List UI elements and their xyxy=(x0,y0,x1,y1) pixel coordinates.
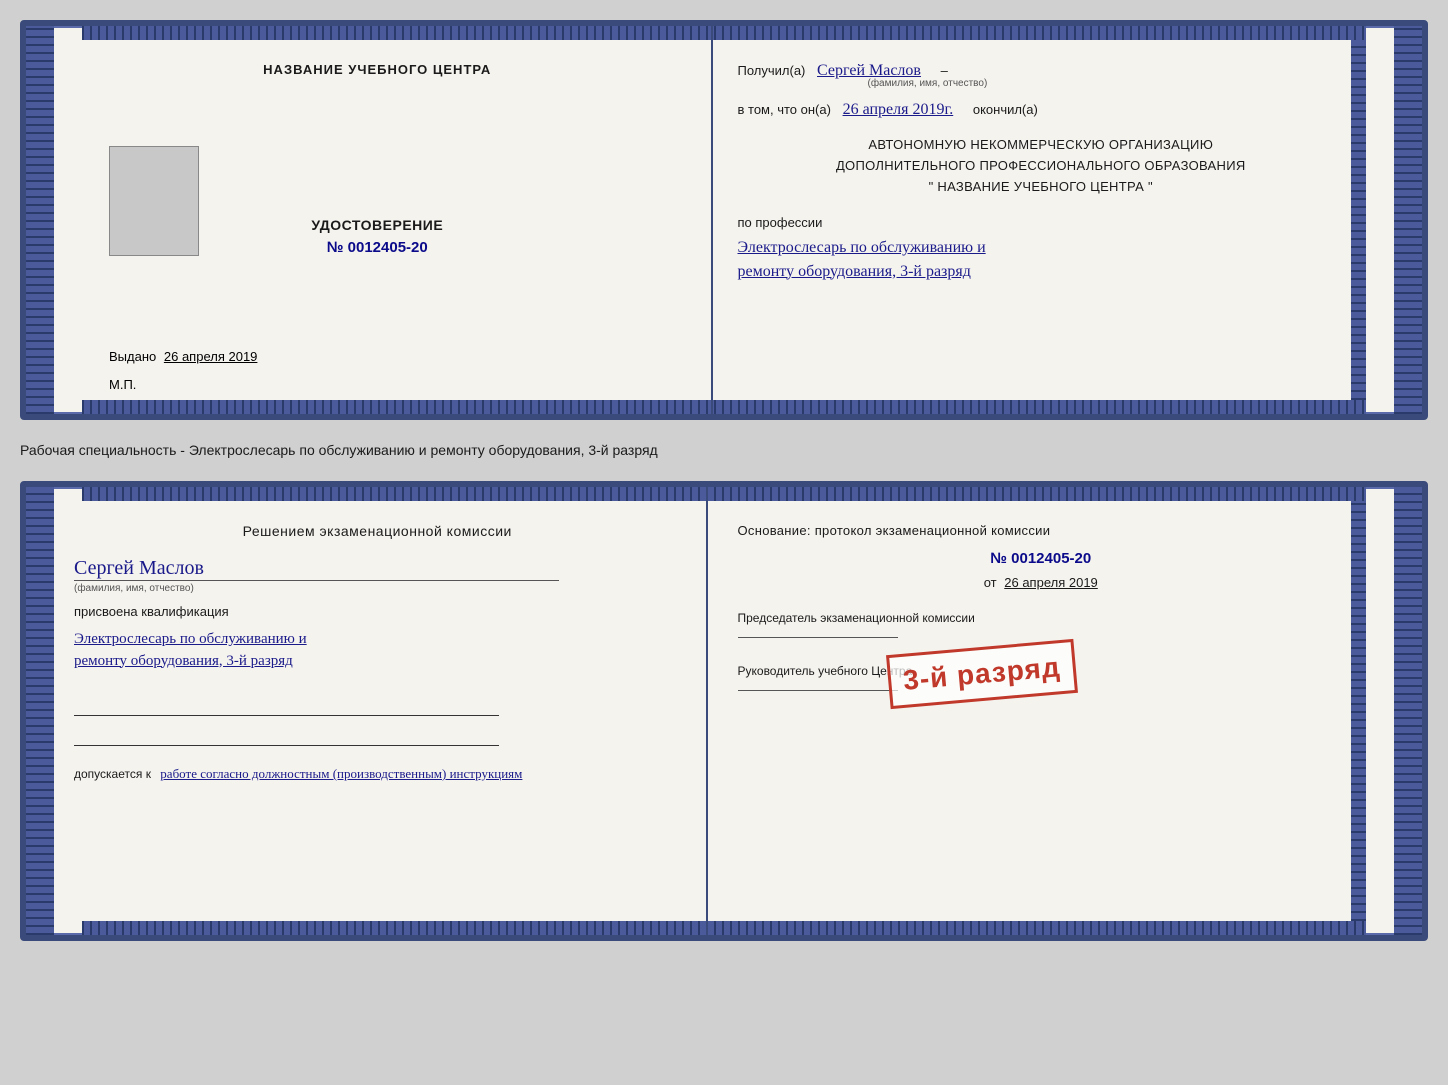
issued-label: Выдано xyxy=(109,349,156,364)
bottom-certificate: Решением экзаменационной комиссии Сергей… xyxy=(20,481,1428,941)
photo-placeholder xyxy=(109,146,199,256)
allowed-line: допускается к работе согласно должностны… xyxy=(74,764,681,785)
date-value-top: 26 апреля 2019г. xyxy=(843,101,954,118)
bottom-left-panel: Решением экзаменационной комиссии Сергей… xyxy=(54,487,708,935)
org-line1: АВТОНОМНУЮ НЕКОММЕРЧЕСКУЮ ОРГАНИЗАЦИЮ xyxy=(738,135,1345,156)
sig-line-2 xyxy=(74,724,499,746)
chairman-sig-line xyxy=(738,637,898,638)
protocol-number: № 0012405-20 xyxy=(738,550,1345,567)
protocol-date: от 26 апреля 2019 xyxy=(738,575,1345,590)
allowed-prefix: допускается к xyxy=(74,767,151,781)
cert-left-panel: НАЗВАНИЕ УЧЕБНОГО ЦЕНТРА УДОСТОВЕРЕНИЕ №… xyxy=(54,26,713,414)
org-line3: " НАЗВАНИЕ УЧЕБНОГО ЦЕНТРА " xyxy=(738,177,1345,198)
head-sig-line xyxy=(738,690,898,691)
sig-line-1 xyxy=(74,694,499,716)
fio-label-bottom: (фамилия, имя, отчество) xyxy=(74,583,681,594)
profession-label: по профессии xyxy=(738,215,1345,230)
profession-line2: ремонту оборудования, 3-й разряд xyxy=(738,258,1345,285)
top-certificate: НАЗВАНИЕ УЧЕБНОГО ЦЕНТРА УДОСТОВЕРЕНИЕ №… xyxy=(20,20,1428,420)
chairman-sig xyxy=(738,637,1345,638)
qual-line2: ремонту оборудования, 3-й разряд xyxy=(74,649,681,675)
org-line2: ДОПОЛНИТЕЛЬНОГО ПРОФЕССИОНАЛЬНОГО ОБРАЗО… xyxy=(738,156,1345,177)
separator-text: Рабочая специальность - Электрослесарь п… xyxy=(20,436,1428,465)
allowed-value: работе согласно должностным (производств… xyxy=(160,766,522,781)
date-line-top: в том, что он(а) 26 апреля 2019г. окончи… xyxy=(738,101,1345,119)
chairman-label: Председатель экзаменационной комиссии xyxy=(738,610,1345,627)
bottom-right-panel: Основание: протокол экзаменационной коми… xyxy=(708,487,1395,935)
date-suffix: окончил(а) xyxy=(973,102,1038,117)
fio-label-top: (фамилия, имя, отчество) xyxy=(868,78,1345,89)
page-wrapper: НАЗВАНИЕ УЧЕБНОГО ЦЕНТРА УДОСТОВЕРЕНИЕ №… xyxy=(20,20,1428,941)
bottom-spine-right xyxy=(1394,487,1422,935)
school-name-top: НАЗВАНИЕ УЧЕБНОГО ЦЕНТРА xyxy=(74,62,681,77)
stamp: 3-й разряд xyxy=(886,639,1078,709)
date-prefix: в том, что он(а) xyxy=(738,102,831,117)
cert-right-panel: Получил(а) Сергей Маслов – (фамилия, имя… xyxy=(713,26,1395,414)
org-block: АВТОНОМНУЮ НЕКОММЕРЧЕСКУЮ ОРГАНИЗАЦИЮ ДО… xyxy=(738,135,1345,197)
spine-left xyxy=(26,26,54,414)
bottom-spine-left xyxy=(26,487,54,935)
protocol-date-prefix: от xyxy=(984,575,997,590)
received-prefix: Получил(а) xyxy=(738,63,806,78)
assigned-label: присвоена квалификация xyxy=(74,604,681,619)
chairman-block: Председатель экзаменационной комиссии xyxy=(738,610,1345,638)
received-line: Получил(а) Сергей Маслов – (фамилия, имя… xyxy=(738,62,1345,89)
spine-right xyxy=(1394,26,1422,414)
basis-title: Основание: протокол экзаменационной коми… xyxy=(738,523,1345,538)
issued-date: 26 апреля 2019 xyxy=(164,349,258,364)
signature-lines xyxy=(74,694,681,746)
protocol-date-value: 26 апреля 2019 xyxy=(1004,575,1098,590)
person-name-bottom: Сергей Маслов xyxy=(74,557,681,580)
person-name-block: Сергей Маслов (фамилия, имя, отчество) xyxy=(74,557,681,594)
decision-title: Решением экзаменационной комиссии xyxy=(74,523,681,539)
received-name: Сергей Маслов xyxy=(817,62,921,79)
mp-label: М.П. xyxy=(109,377,136,392)
